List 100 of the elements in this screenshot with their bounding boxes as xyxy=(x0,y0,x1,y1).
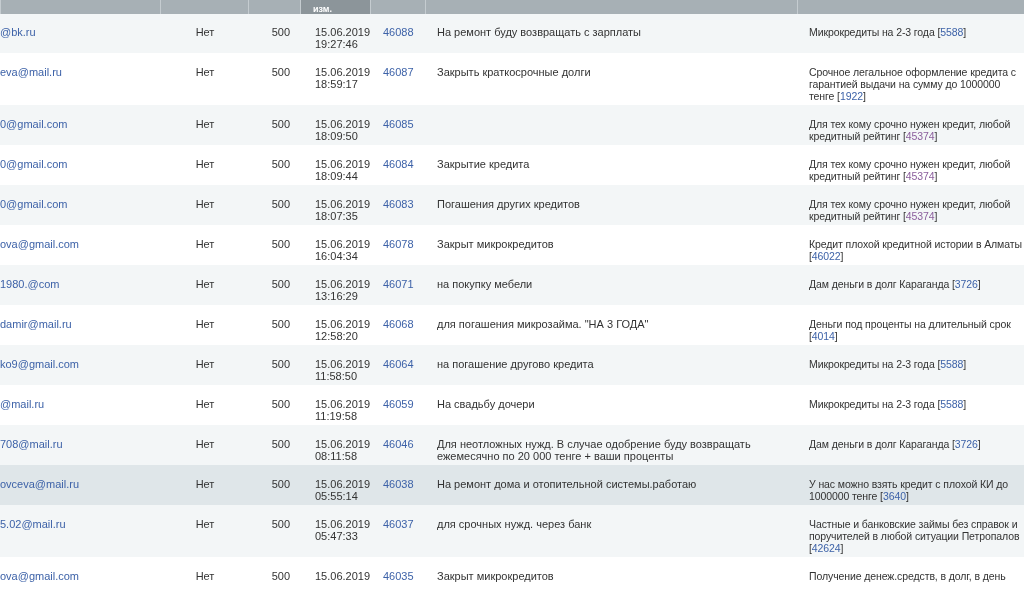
column-header[interactable] xyxy=(797,0,1024,14)
table-cell: 500 xyxy=(271,518,290,530)
date-time: 15.06.2019 18:09:50 xyxy=(315,118,371,142)
offer-text: Частные и банковские займы без справок и поручителей в любой ситуации Петропалов [42624] xyxy=(809,518,1020,554)
comment-text: Для неотложных нужд. В случае одобрение буду возвращать ежемесячно по 20 000 тенге + ваши проценты xyxy=(437,438,751,462)
offer-text: Микрокредиты на 2-3 года [5588] xyxy=(809,358,967,370)
date-time: 15.06.2019 xyxy=(315,570,371,582)
table-cell: Нет xyxy=(195,158,215,170)
table-cell: 500 xyxy=(271,238,290,250)
id-link[interactable]: 46084 xyxy=(383,158,414,170)
id-link[interactable]: 46087 xyxy=(383,66,414,78)
email-link[interactable]: @bk.ru xyxy=(0,26,36,38)
date-time: 15.06.2019 12:58:20 xyxy=(315,318,371,342)
table-cell: 500 xyxy=(271,158,290,170)
table-cell: 500 xyxy=(271,278,290,290)
table-cell: Нет xyxy=(195,26,215,38)
email-link[interactable]: ova@gmail.com xyxy=(0,570,80,582)
id-link[interactable]: 46068 xyxy=(383,318,414,330)
comment-text: Закрыть краткосрочные долги xyxy=(437,66,591,78)
offer-text: Для тех кому срочно нужен кредит, любой кредитный рейтинг [45374] xyxy=(809,118,1011,142)
table-cell: Нет xyxy=(195,278,215,290)
offer-text: Для тех кому срочно нужен кредит, любой кредитный рейтинг [45374] xyxy=(809,158,1011,182)
id-link[interactable]: 46046 xyxy=(383,438,414,450)
comment-text: Закрыт микрокредитов xyxy=(437,238,554,250)
comment-text: Закрытие кредита xyxy=(437,158,530,170)
table-cell: 500 xyxy=(271,26,290,38)
email-link[interactable]: @mail.ru xyxy=(0,398,45,410)
table-cell: Нет xyxy=(195,358,215,370)
table-row[interactable]: 5.02@mail.ru Нет 500 15.06.2019 05:47:33 46037 для срочных нужд. через банк Частные и банковские займы без справок и поручителей в любой ситуации Петропалов [42624] xyxy=(0,505,1024,557)
id-link[interactable]: 46059 xyxy=(383,398,414,410)
table-cell: Нет xyxy=(195,518,215,530)
id-link[interactable]: 46083 xyxy=(383,198,414,210)
table-row[interactable]: 708@mail.ru Нет 500 15.06.2019 08:11:58 46046 Для неотложных нужд. В случае одобрение буду возвращать ежемесячно по 20 000 тенге + ваши проценты Дам деньги в долг Караганда [3726] xyxy=(0,425,1024,465)
column-header[interactable] xyxy=(0,0,160,14)
table-row[interactable]: 0@gmail.com Нет 500 15.06.2019 18:07:35 46083 Погашения других кредитов Для тех кому срочно нужен кредит, любой кредитный рейтинг [45374] xyxy=(0,185,1024,225)
email-link[interactable]: 0@gmail.com xyxy=(0,198,68,210)
offer-text: У нас можно взять кредит с плохой КИ до 1000000 тенге [3640] xyxy=(809,478,1009,502)
offer-text: Дам деньги в долг Караганда [3726] xyxy=(809,278,981,290)
email-link[interactable]: ovceva@mail.ru xyxy=(0,478,80,490)
offer-text: Микрокредиты на 2-3 года [5588] xyxy=(809,398,967,410)
table-cell: 500 xyxy=(271,198,290,210)
table-cell: Нет xyxy=(195,238,215,250)
comment-text: Закрыт микрокредитов xyxy=(437,570,554,582)
comment-text: На ремонт дома и отопительной системы.работаю xyxy=(437,478,697,490)
id-link[interactable]: 46035 xyxy=(383,570,414,582)
table-cell: Нет xyxy=(195,438,215,450)
date-time: 15.06.2019 11:19:58 xyxy=(315,398,371,422)
table-cell: 500 xyxy=(271,318,290,330)
email-link[interactable]: ko9@gmail.com xyxy=(0,358,80,370)
table-cell: 500 xyxy=(271,438,290,450)
email-link[interactable]: damir@mail.ru xyxy=(0,318,72,330)
table-cell: 500 xyxy=(271,118,290,130)
id-link[interactable]: 46038 xyxy=(383,478,414,490)
comment-text: на погашение другово кредита xyxy=(437,358,594,370)
table-cell: 500 xyxy=(271,570,290,582)
comment-text: На ремонт буду возвращать с зарплаты xyxy=(437,26,641,38)
email-link[interactable]: 5.02@mail.ru xyxy=(0,518,66,530)
column-header[interactable] xyxy=(248,0,300,14)
date-time: 15.06.2019 18:09:44 xyxy=(315,158,371,182)
date-time: 15.06.2019 13:16:29 xyxy=(315,278,371,302)
comment-text: На свадьбу дочери xyxy=(437,398,535,410)
date-time: 15.06.2019 05:47:33 xyxy=(315,518,371,542)
column-header[interactable] xyxy=(370,0,425,14)
offer-text: Для тех кому срочно нужен кредит, любой кредитный рейтинг [45374] xyxy=(809,198,1011,222)
table-row[interactable]: ko9@gmail.com Нет 500 15.06.2019 11:58:50 46064 на погашение другово кредита Микрокредиты на 2-3 года [5588] xyxy=(0,345,1024,385)
id-link[interactable]: 46088 xyxy=(383,26,414,38)
email-link[interactable]: 0@gmail.com xyxy=(0,158,68,170)
comment-text: на покупку мебели xyxy=(437,278,533,290)
email-link[interactable]: 1980.@com xyxy=(0,278,60,290)
id-link[interactable]: 46064 xyxy=(383,358,414,370)
email-link[interactable]: ova@gmail.com xyxy=(0,238,80,250)
offer-text: Срочное легальное оформление кредита с гарантией выдачи на сумму до 1000000 тенге [1922] xyxy=(809,66,1016,102)
table-cell: 500 xyxy=(271,398,290,410)
table-row[interactable]: ovceva@mail.ru Нет 500 15.06.2019 05:55:14 46038 На ремонт дома и отопительной системы.работаю У нас можно взять кредит с плохой КИ до 1000000 тенге [3640] xyxy=(0,465,1024,505)
column-header[interactable] xyxy=(160,0,248,14)
email-link[interactable]: eva@mail.ru xyxy=(0,66,62,78)
date-time: 15.06.2019 05:55:14 xyxy=(315,478,371,502)
offer-link[interactable]: 1922 xyxy=(839,90,863,102)
column-header[interactable] xyxy=(425,0,797,14)
comment-text: для погашения микрозайма. "НА 3 ГОДА" xyxy=(437,318,649,330)
offer-text: Кредит плохой кредитной истории в Алматы [46022] xyxy=(809,238,1022,262)
email-link[interactable]: 708@mail.ru xyxy=(0,438,63,450)
id-link[interactable]: 46085 xyxy=(383,118,414,130)
table-cell: Нет xyxy=(195,318,215,330)
email-link[interactable]: 0@gmail.com xyxy=(0,118,68,130)
table-row[interactable]: 1980.@com Нет 500 15.06.2019 13:16:29 46071 на покупку мебели Дам деньги в долг Караганда [3726] xyxy=(0,265,1024,305)
id-link[interactable]: 46037 xyxy=(383,518,414,530)
date-time: 15.06.2019 11:58:50 xyxy=(315,358,371,382)
date-time: 15.06.2019 18:07:35 xyxy=(315,198,371,222)
date-time: 15.06.2019 08:11:58 xyxy=(315,438,371,462)
id-link[interactable]: 46078 xyxy=(383,238,414,250)
table-cell: Нет xyxy=(195,118,215,130)
id-link[interactable]: 46071 xyxy=(383,278,414,290)
table-row[interactable]: 0@gmail.com Нет 500 15.06.2019 18:09:50 46085 Для тех кому срочно нужен кредит, любой кредитный рейтинг [45374] xyxy=(0,105,1024,145)
comment-text: Погашения других кредитов xyxy=(437,198,580,210)
offer-text: Дам деньги в долг Караганда [3726] xyxy=(809,438,981,450)
offer-text: Деньги под проценты на длительный срок [4014] xyxy=(809,318,1011,342)
table-row[interactable]: @bk.ru Нет 500 15.06.2019 19:27:46 46088 На ремонт буду возвращать с зарплаты Микрокредиты на 2-3 года [5588] xyxy=(0,13,1024,53)
date-time: 15.06.2019 19:27:46 xyxy=(315,26,371,50)
table-cell: 500 xyxy=(271,66,290,78)
